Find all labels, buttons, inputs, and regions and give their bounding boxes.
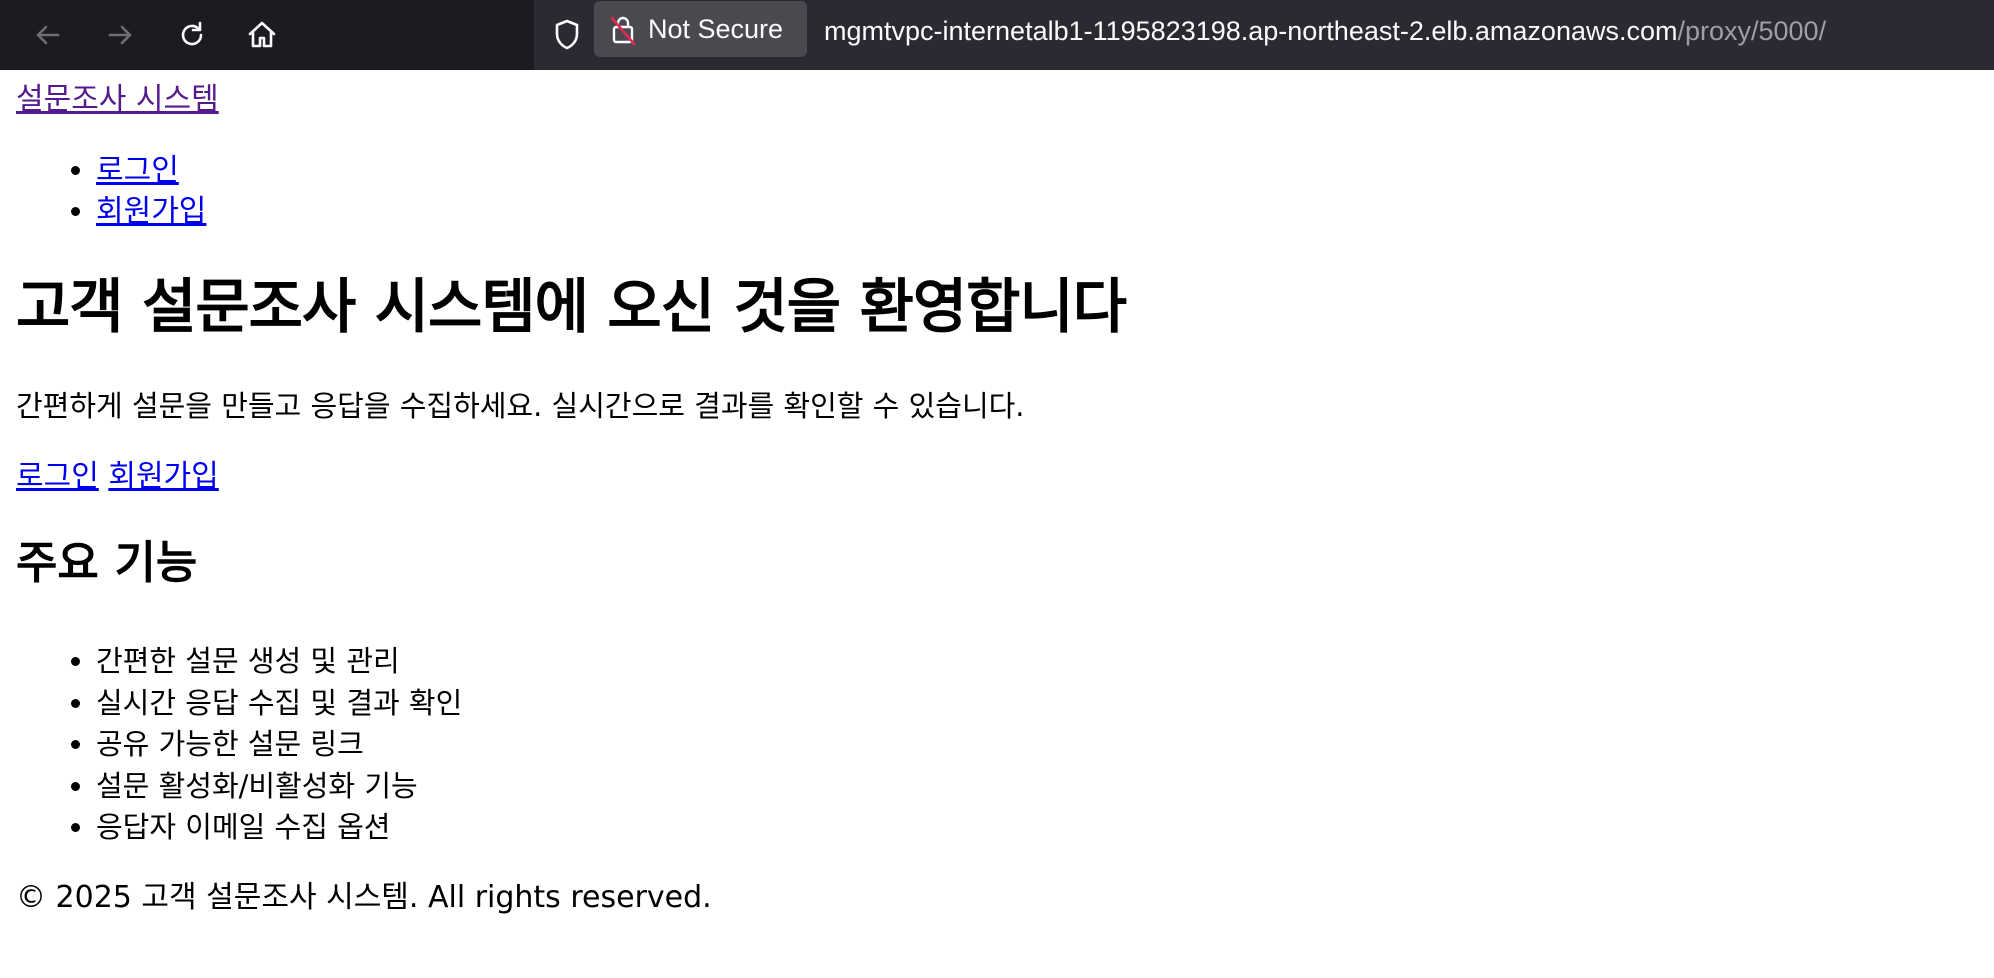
security-label: Not Secure — [648, 13, 784, 44]
nav-item-login: 로그인 — [96, 150, 206, 191]
feature-item: 응답자 이메일 수집 옵션 — [96, 807, 462, 849]
nav-signup-link[interactable]: 회원가입 — [96, 194, 206, 229]
cta-login-link[interactable]: 로그인 — [16, 459, 99, 494]
features-title: 주요 기능 — [16, 536, 198, 589]
browser-toolbar: Not Secure mgmtvpc-internetalb1-11958231… — [0, 0, 1994, 70]
home-icon — [248, 21, 276, 48]
features-list: 간편한 설문 생성 및 관리 실시간 응답 수집 및 결과 확인 공유 가능한 … — [0, 641, 462, 849]
hero-title: 고객 설문조사 시스템에 오신 것을 환영합니다 — [16, 272, 1127, 341]
footer-text: © 2025 고객 설문조사 시스템. All rights reserved. — [16, 880, 712, 915]
feature-item: 설문 활성화/비활성화 기능 — [96, 766, 462, 808]
nav-login-link[interactable]: 로그인 — [96, 153, 179, 188]
feature-item: 공유 가능한 설문 링크 — [96, 724, 462, 766]
url-host: mgmtvpc-internetalb1-1195823198.ap-north… — [824, 16, 1678, 46]
arrow-right-icon — [108, 25, 132, 45]
feature-item: 실시간 응답 수집 및 결과 확인 — [96, 683, 462, 725]
address-bar[interactable]: Not Secure mgmtvpc-internetalb1-11958231… — [534, 0, 1994, 70]
hero-subtitle: 간편하게 설문을 만들고 응답을 수집하세요. 실시간으로 결과를 확인할 수 … — [16, 389, 1025, 423]
home-button[interactable] — [238, 11, 286, 59]
forward-button[interactable] — [96, 11, 144, 59]
back-button[interactable] — [24, 11, 72, 59]
url-text[interactable]: mgmtvpc-internetalb1-1195823198.ap-north… — [824, 14, 1826, 48]
arrow-left-icon — [36, 25, 60, 45]
cta-links: 로그인 회원가입 — [16, 457, 219, 497]
shield-icon[interactable] — [548, 16, 586, 54]
nav-item-signup: 회원가입 — [96, 191, 206, 232]
feature-item: 간편한 설문 생성 및 관리 — [96, 641, 462, 683]
reload-button[interactable] — [168, 11, 216, 59]
cta-signup-link[interactable]: 회원가입 — [108, 459, 218, 494]
page-content: 설문조사 시스템 로그인 회원가입 고객 설문조사 시스템에 오신 것을 환영합… — [0, 70, 1994, 978]
header-nav: 로그인 회원가입 — [0, 150, 206, 232]
url-path: /proxy/5000/ — [1677, 16, 1827, 46]
security-indicator[interactable]: Not Secure — [594, 1, 807, 57]
brand-link[interactable]: 설문조사 시스템 — [16, 80, 219, 120]
insecure-lock-icon — [608, 12, 638, 46]
reload-icon — [181, 21, 203, 46]
